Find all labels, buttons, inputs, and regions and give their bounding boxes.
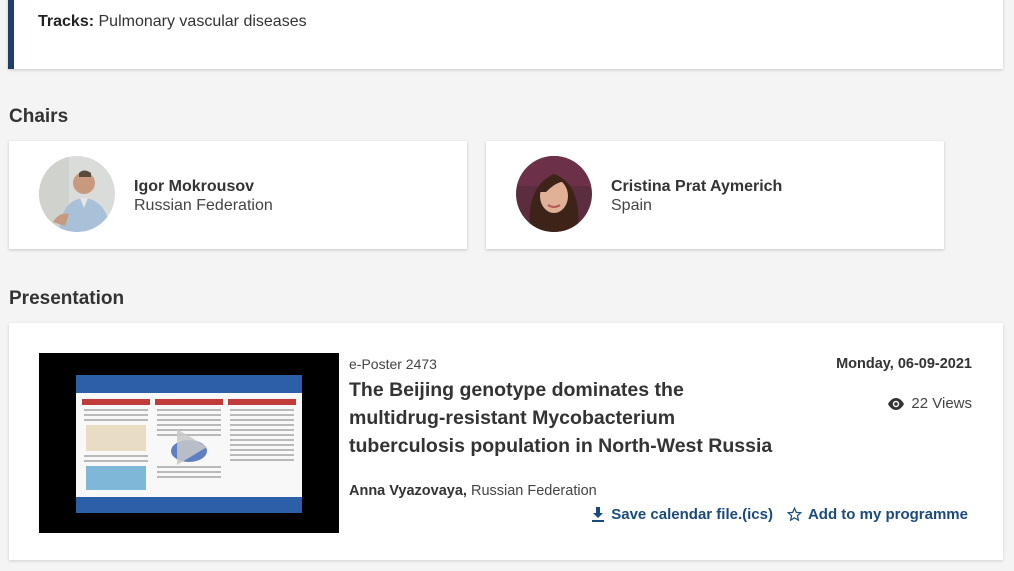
author: Anna Vyazovaya, Russian Federation [349, 483, 597, 499]
presentation-heading: Presentation [9, 288, 125, 309]
star-outline-icon [786, 507, 802, 522]
tracks-value: Pulmonary vascular diseases [98, 13, 307, 30]
add-to-programme-button[interactable]: Add to my programme [786, 506, 968, 523]
tracks-line: Tracks: Pulmonary vascular diseases [38, 13, 307, 31]
actions: Save calendar file.(ics) Add to my progr… [591, 506, 968, 523]
chair-name: Igor Mokrousov [134, 178, 255, 195]
presentation-card: e-Poster 2473 The Beijing genotype domin… [9, 323, 1003, 560]
tracks-label: Tracks: [38, 13, 95, 30]
views-label: 22 Views [911, 395, 972, 412]
chair-card[interactable]: Cristina Prat Aymerich Spain [486, 141, 944, 249]
avatar [516, 156, 592, 232]
chair-card[interactable]: Igor Mokrousov Russian Federation [9, 141, 467, 249]
presentation-title[interactable]: The Beijing genotype dominates the multi… [349, 376, 779, 460]
add-programme-label: Add to my programme [807, 506, 968, 523]
chairs-heading: Chairs [9, 106, 69, 127]
author-name: Anna Vyazovaya, [349, 483, 467, 499]
save-calendar-label: Save calendar file.(ics) [611, 506, 773, 523]
save-calendar-button[interactable]: Save calendar file.(ics) [591, 506, 773, 523]
chair-name: Cristina Prat Aymerich [611, 178, 783, 195]
chair-country: Spain [611, 197, 652, 214]
view-count: 22 Views [887, 395, 972, 412]
chair-country: Russian Federation [134, 197, 273, 214]
video-thumbnail[interactable] [39, 353, 339, 533]
author-country: Russian Federation [470, 483, 597, 499]
eye-icon [887, 397, 905, 410]
play-icon[interactable] [177, 429, 207, 465]
poster-id: e-Poster 2473 [349, 356, 437, 372]
avatar [39, 156, 115, 232]
presentation-date: Monday, 06-09-2021 [836, 356, 972, 372]
download-icon [591, 506, 605, 523]
tracks-card: Tracks: Pulmonary vascular diseases [8, 0, 1003, 69]
